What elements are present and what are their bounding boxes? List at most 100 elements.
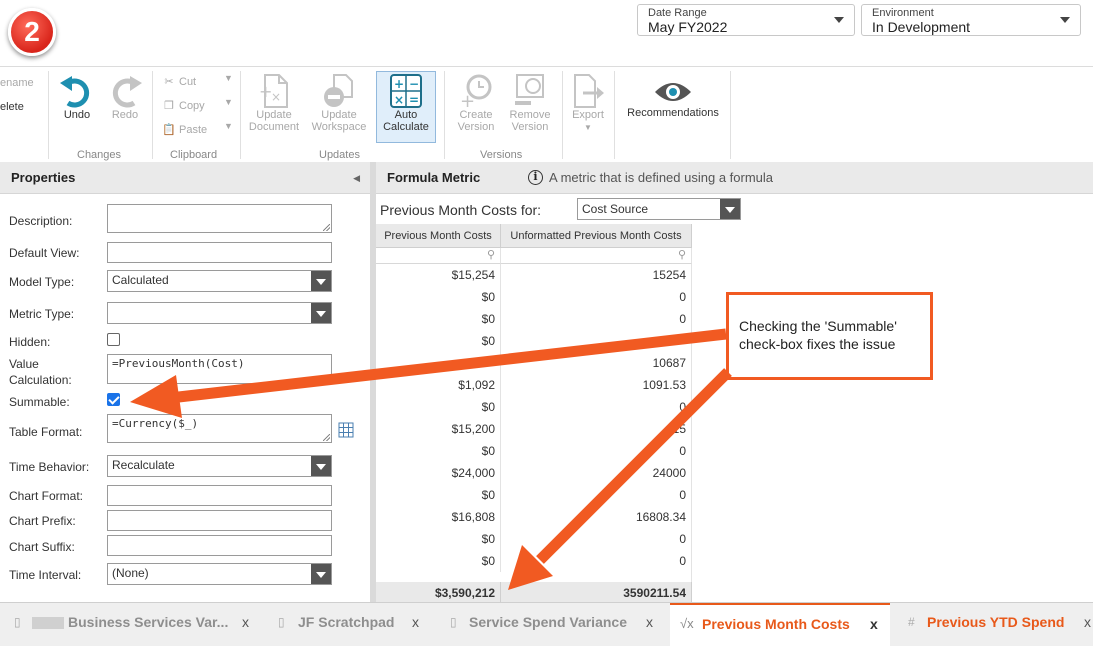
collapse-left-icon[interactable]: ◀ — [353, 162, 360, 194]
table-cell: 0 — [501, 440, 692, 462]
tab-label: Previous Month Costs — [702, 616, 850, 632]
recommendations-label: Recommendations — [627, 107, 719, 119]
table-cell: 10687 — [501, 352, 692, 374]
formula-metric-info: A metric that is defined using a formula — [549, 170, 774, 185]
close-icon[interactable]: x — [1084, 603, 1091, 641]
table-cell: 15254 — [501, 264, 692, 286]
main-panel: Previous Month Costs for: Cost Source Pr… — [376, 194, 1093, 604]
chevron-down-icon — [834, 17, 844, 23]
redo-button[interactable]: Redo — [102, 75, 148, 121]
table-cell: $0 — [376, 528, 501, 550]
svg-text:−: − — [409, 77, 419, 91]
export-button[interactable]: Export ▼ — [566, 73, 610, 133]
document-tab-bar: ▯ Business Services Var... x ▯ JF Scratc… — [0, 602, 1093, 647]
redacted-block — [32, 617, 64, 629]
cut-label: Cut — [179, 76, 197, 88]
copy-icon: ❐ — [164, 100, 174, 112]
tab-jf-scratchpad[interactable]: ▯ JF Scratchpad x — [262, 603, 438, 647]
grid-table-icon[interactable] — [338, 422, 354, 438]
delete-button[interactable]: elete — [0, 101, 24, 113]
time-interval-select[interactable]: (None) — [107, 563, 332, 585]
column-header[interactable]: Unformatted Previous Month Costs — [501, 224, 692, 248]
resize-handle-icon[interactable] — [323, 434, 330, 441]
cost-source-value: Cost Source — [582, 202, 649, 216]
environment-dropdown[interactable]: Environment In Development — [861, 4, 1081, 36]
default-view-label: Default View: — [9, 246, 80, 260]
copy-button[interactable]: ❐ Copy — [162, 99, 205, 112]
value-calculation-field[interactable]: =PreviousMonth(Cost) — [107, 354, 332, 384]
table-format-label: Table Format: — [9, 425, 83, 439]
update-document-label-2: Document — [248, 121, 300, 133]
table-cell: $0 — [376, 440, 501, 462]
clipboard-icon: 📋 — [162, 124, 176, 136]
rename-button[interactable]: ename — [0, 77, 34, 89]
tab-previous-ytd-spend[interactable]: # Previous YTD Spend x — [890, 603, 1093, 647]
close-icon[interactable]: x — [412, 603, 419, 641]
model-type-select[interactable]: Calculated — [107, 270, 332, 292]
table-cell: $0 — [376, 308, 501, 330]
group-label-clipboard: Clipboard — [170, 149, 218, 161]
close-icon[interactable]: x — [646, 603, 653, 641]
close-icon[interactable]: x — [870, 605, 878, 643]
hash-icon: # — [908, 615, 915, 629]
column-filter[interactable]: ⚲ — [376, 248, 501, 264]
table-format-field[interactable]: =Currency($_) — [107, 414, 332, 443]
tab-service-spend-variance[interactable]: ▯ Service Spend Variance x — [438, 603, 668, 647]
table-cell — [501, 330, 692, 352]
paste-dropdown-icon[interactable]: ▼ — [224, 121, 233, 131]
create-version-icon: + — [460, 74, 492, 109]
svg-text:+: + — [394, 77, 404, 91]
formula-metric-header: Formula Metric i A metric that is define… — [376, 162, 1093, 194]
table-format-value: =Currency($_) — [112, 417, 199, 430]
filter-key-icon: ⚲ — [486, 249, 495, 261]
description-field[interactable] — [107, 204, 332, 233]
metric-type-select[interactable] — [107, 302, 332, 324]
chevron-down-icon — [1060, 17, 1070, 23]
recommendations-button[interactable]: Recommendations — [620, 77, 726, 119]
table-cell: $0 — [376, 484, 501, 506]
chevron-down-icon — [720, 199, 740, 219]
date-range-dropdown[interactable]: Date Range May FY2022 — [637, 4, 855, 36]
update-workspace-button[interactable]: Update Workspace — [308, 73, 370, 133]
ribbon-toolbar: ename elete Undo Redo Changes ✂ Cut ❐ Copy… — [0, 66, 1093, 162]
remove-version-label-2: Version — [511, 121, 549, 133]
workspace-update-icon — [324, 74, 353, 107]
chevron-down-icon — [311, 303, 331, 323]
update-document-label-1: Update — [256, 109, 292, 121]
column-header[interactable]: Previous Month Costs — [376, 224, 501, 248]
auto-calculate-button[interactable]: + − × = Auto Calculate — [376, 73, 436, 133]
remove-version-button[interactable]: Remove Version — [504, 73, 556, 133]
table-cell: 15 — [501, 418, 692, 440]
tab-business-services-variance[interactable]: ▯ Business Services Var... x — [0, 603, 262, 647]
table-cell: 16808.34 — [501, 506, 692, 528]
scissors-icon: ✂ — [164, 76, 174, 88]
column-filter[interactable]: ⚲ — [501, 248, 692, 264]
summable-label: Summable: — [9, 395, 70, 409]
cut-button[interactable]: ✂ Cut — [162, 75, 196, 88]
table-cell: 0 — [501, 286, 692, 308]
cut-dropdown-icon[interactable]: ▼ — [224, 73, 233, 83]
group-label-changes: Changes — [77, 149, 122, 161]
undo-icon — [60, 76, 90, 108]
close-icon[interactable]: x — [242, 603, 249, 641]
resize-handle-icon[interactable] — [323, 224, 330, 231]
update-document-button[interactable]: + × Update Document — [244, 73, 304, 133]
paste-button[interactable]: 📋 Paste — [162, 123, 207, 136]
chart-prefix-field[interactable] — [107, 510, 332, 531]
create-version-button[interactable]: + Create Version — [448, 73, 504, 133]
undo-button[interactable]: Undo — [54, 75, 100, 121]
redo-icon — [112, 76, 142, 108]
default-view-field[interactable] — [107, 242, 332, 263]
tab-previous-month-costs[interactable]: √x Previous Month Costs x — [670, 603, 890, 647]
cost-source-select[interactable]: Cost Source — [577, 198, 741, 220]
table-cell: 0 — [501, 528, 692, 550]
summable-checkbox[interactable] — [107, 393, 120, 406]
formula-metric-title: Formula Metric — [387, 170, 481, 185]
chart-format-field[interactable] — [107, 485, 332, 506]
time-behavior-select[interactable]: Recalculate — [107, 455, 332, 477]
hidden-checkbox[interactable] — [107, 333, 120, 346]
copy-dropdown-icon[interactable]: ▼ — [224, 97, 233, 107]
svg-text:×: × — [394, 93, 404, 107]
chart-suffix-field[interactable] — [107, 535, 332, 556]
remove-version-icon — [515, 74, 544, 105]
